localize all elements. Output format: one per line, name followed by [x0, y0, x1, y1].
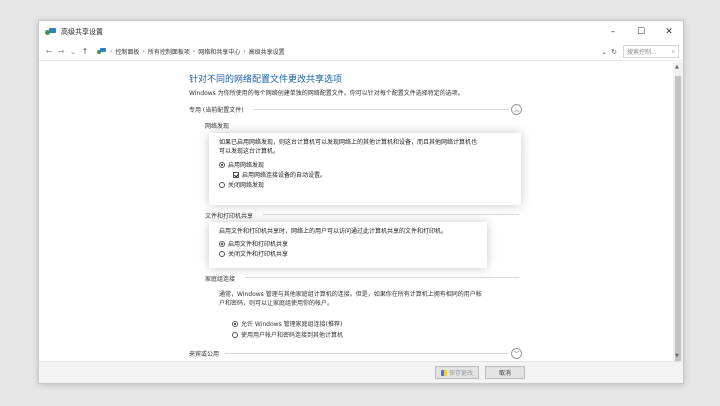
discovery-off-radio[interactable]	[219, 181, 225, 188]
file-sharing-off-radio[interactable]	[219, 250, 225, 257]
file-sharing-on-option[interactable]: 启用文件和打印机共享	[219, 239, 477, 248]
window-title: 高级共享设置	[61, 28, 103, 36]
discovery-auto-option[interactable]: 启用网络连接设备的自动设置。	[219, 170, 511, 179]
search-icon: ⌕	[671, 47, 675, 55]
save-changes-button[interactable]: 保存更改	[435, 366, 479, 379]
network-discovery-panel: 如果已启用网络发现，则这台计算机可以发现网络上的其他计算机和设备，而且其他网络计…	[209, 133, 521, 205]
discovery-auto-label: 启用网络连接设备的自动设置。	[242, 172, 327, 179]
homegroup-allow-radio[interactable]	[232, 320, 238, 327]
profile-divider	[253, 109, 509, 110]
expand-guest-button[interactable]: ﹀	[511, 348, 522, 359]
close-button[interactable]: ✕	[655, 21, 683, 43]
breadcrumb-separator: ›	[110, 48, 113, 55]
address-actions: ⌄ ↻	[599, 48, 619, 56]
uac-shield-icon	[440, 369, 447, 376]
file-sharing-desc: 启用文件和打印机共享时，网络上的用户可以访问通过此计算机共享的文件和打印机。	[219, 228, 448, 235]
breadcrumb-separator: ›	[142, 48, 145, 55]
back-button[interactable]: ←	[43, 47, 55, 56]
breadcrumb-network-center[interactable]: 网络和共享中心	[198, 47, 240, 56]
address-dropdown-icon[interactable]: ⌄	[601, 48, 607, 56]
network-app-icon	[45, 27, 57, 37]
address-bar: ← → ⌄ ↑ › 控制面板 › 所有控制面板项 › 网络和共享中心 › 高级共…	[39, 43, 683, 61]
homegroup-user-radio[interactable]	[232, 331, 238, 338]
file-sharing-on-label: 启用文件和打印机共享	[228, 241, 289, 248]
collapse-private-button[interactable]: ︿	[511, 104, 522, 115]
page-intro: Windows 为你所使用的每个网络创建单独的网络配置文件。你可以针对每个配置文…	[189, 90, 464, 97]
search-placeholder: 搜索控制...	[627, 49, 657, 56]
homegroup-title: 家庭组连接	[205, 276, 236, 283]
discovery-auto-checkbox[interactable]	[233, 171, 239, 178]
breadcrumb-all-items[interactable]: 所有控制面板项	[148, 47, 190, 56]
recent-locations-button[interactable]: ⌄	[67, 47, 79, 56]
breadcrumb-separator: ›	[243, 48, 246, 55]
homegroup-allow-option[interactable]: 允许 Windows 管理家庭组连接(推荐)	[232, 319, 342, 328]
forward-button[interactable]: →	[55, 47, 67, 56]
maximize-button[interactable]: ☐	[627, 21, 655, 43]
breadcrumb-control-panel[interactable]: 控制面板	[115, 47, 139, 56]
homegroup-user-label: 使用用户帐户和密码连接到其他计算机	[241, 332, 344, 339]
file-sharing-panel: 启用文件和打印机共享时，网络上的用户可以访问通过此计算机共享的文件和打印机。 启…	[209, 222, 487, 268]
cancel-button[interactable]: 取消	[485, 366, 525, 379]
search-input[interactable]: 搜索控制... ⌕	[623, 45, 679, 58]
refresh-icon[interactable]: ↻	[611, 48, 617, 56]
homegroup-desc-1: 通常，Windows 管理与其他家庭组计算机的连接。但是，如果你在所有计算机上拥…	[219, 291, 482, 298]
discovery-off-option[interactable]: 关闭网络发现	[219, 180, 511, 189]
file-sharing-divider	[263, 214, 519, 215]
profile-private-label: 专用 (当前配置文件)	[189, 107, 244, 114]
homegroup-divider	[245, 277, 519, 278]
breadcrumb-advanced-sharing[interactable]: 高级共享设置	[249, 47, 285, 56]
discovery-on-radio[interactable]	[219, 161, 225, 168]
breadcrumb[interactable]: › 控制面板 › 所有控制面板项 › 网络和共享中心 › 高级共享设置	[94, 45, 596, 59]
minimize-button[interactable]: –	[599, 21, 627, 43]
network-discovery-title: 网络发现	[205, 123, 230, 130]
file-sharing-off-option[interactable]: 关闭文件和打印机共享	[219, 249, 477, 258]
homegroup-user-option[interactable]: 使用用户帐户和密码连接到其他计算机	[232, 330, 343, 339]
file-sharing-title: 文件和打印机共享	[205, 213, 254, 220]
discovery-off-label: 关闭网络发现	[228, 182, 265, 189]
vertical-scrollbar[interactable]: ▲ ▼	[673, 62, 683, 376]
file-sharing-on-radio[interactable]	[219, 240, 225, 247]
homegroup-allow-label: 允许 Windows 管理家庭组连接(推荐)	[241, 321, 343, 328]
discovery-on-option[interactable]: 启用网络发现	[219, 160, 511, 169]
profile-guest-label: 来宾或公用	[189, 351, 220, 358]
advanced-sharing-window: 高级共享设置 – ☐ ✕ ← → ⌄ ↑ › 控制面板 › 所有控制面板项 › …	[38, 20, 684, 384]
network-discovery-desc-1: 如果已启用网络发现，则这台计算机可以发现网络上的其他计算机和设备，而且其他网络计…	[219, 139, 478, 146]
scroll-down-arrow[interactable]: ▼	[675, 353, 679, 359]
up-button[interactable]: ↑	[79, 47, 91, 56]
title-bar: 高级共享设置 – ☐ ✕	[39, 21, 683, 43]
profile-guest-divider	[225, 353, 509, 354]
homegroup-desc-2: 户和密码，则可以让家庭组使用你的帐户。	[219, 300, 334, 307]
network-discovery-desc-2: 可以发现这台计算机。	[219, 148, 280, 155]
footer-bar: 保存更改 取消	[39, 361, 683, 383]
scroll-up-arrow[interactable]: ▲	[675, 64, 679, 70]
file-sharing-off-label: 关闭文件和打印机共享	[228, 251, 289, 258]
network-location-icon	[97, 48, 107, 55]
window-controls: – ☐ ✕	[599, 21, 683, 43]
page-title: 针对不同的网络配置文件更改共享选项	[189, 75, 343, 85]
discovery-on-label: 启用网络发现	[228, 162, 265, 169]
breadcrumb-separator: ›	[192, 48, 196, 55]
settings-content: 针对不同的网络配置文件更改共享选项 Windows 为你所使用的每个网络创建单独…	[39, 62, 673, 361]
scroll-thumb[interactable]	[675, 76, 681, 376]
save-changes-label: 保存更改	[448, 370, 473, 377]
